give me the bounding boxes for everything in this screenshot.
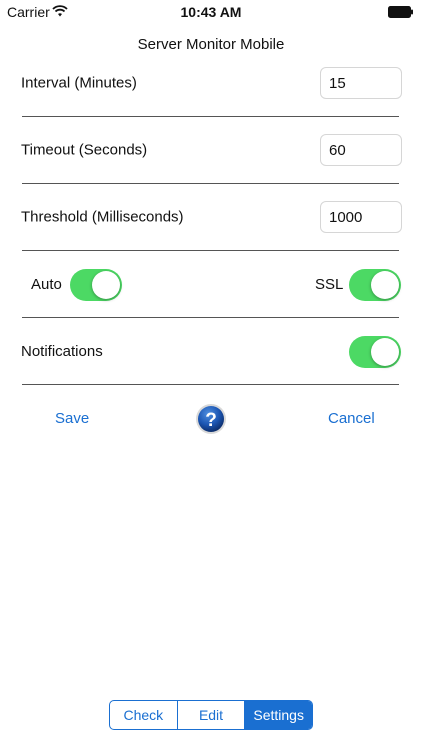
tab-settings[interactable]: Settings: [245, 701, 312, 729]
ssl-toggle[interactable]: [349, 269, 401, 301]
question-mark-icon[interactable]: ?: [195, 403, 227, 435]
toggle-knob: [92, 271, 120, 299]
divider: [22, 250, 399, 251]
auto-toggle[interactable]: [70, 269, 122, 301]
battery-icon: [388, 6, 413, 18]
tab-check[interactable]: Check: [110, 701, 178, 729]
interval-row: Interval (Minutes): [0, 59, 422, 107]
status-time: 10:43 AM: [180, 4, 242, 20]
ssl-label: SSL: [315, 276, 344, 293]
timeout-label: Timeout (Seconds): [21, 141, 148, 159]
toggle-knob: [371, 338, 399, 366]
auto-label: Auto: [31, 276, 62, 293]
threshold-row: Threshold (Milliseconds): [0, 193, 422, 241]
screen: Carrier 10:43 AM Server Monitor Mobile I…: [0, 0, 422, 750]
divider: [22, 384, 399, 385]
threshold-label: Threshold (Milliseconds): [21, 208, 184, 226]
notifications-toggle[interactable]: [349, 336, 401, 368]
timeout-input[interactable]: [320, 134, 402, 166]
cancel-button[interactable]: Cancel: [328, 410, 375, 427]
tab-segmented-control: Check Edit Settings: [109, 700, 313, 730]
interval-label: Interval (Minutes): [21, 74, 137, 92]
interval-input[interactable]: [320, 67, 402, 99]
divider: [22, 116, 399, 117]
divider: [22, 183, 399, 184]
notifications-label: Notifications: [21, 343, 103, 360]
save-button[interactable]: Save: [55, 410, 89, 427]
toggle-knob: [371, 271, 399, 299]
svg-text:?: ?: [205, 410, 217, 431]
timeout-row: Timeout (Seconds): [0, 126, 422, 174]
tab-edit[interactable]: Edit: [178, 701, 246, 729]
threshold-input[interactable]: [320, 201, 402, 233]
status-bar: Carrier 10:43 AM: [0, 0, 422, 24]
app-title: Server Monitor Mobile: [137, 36, 285, 53]
divider: [22, 317, 399, 318]
